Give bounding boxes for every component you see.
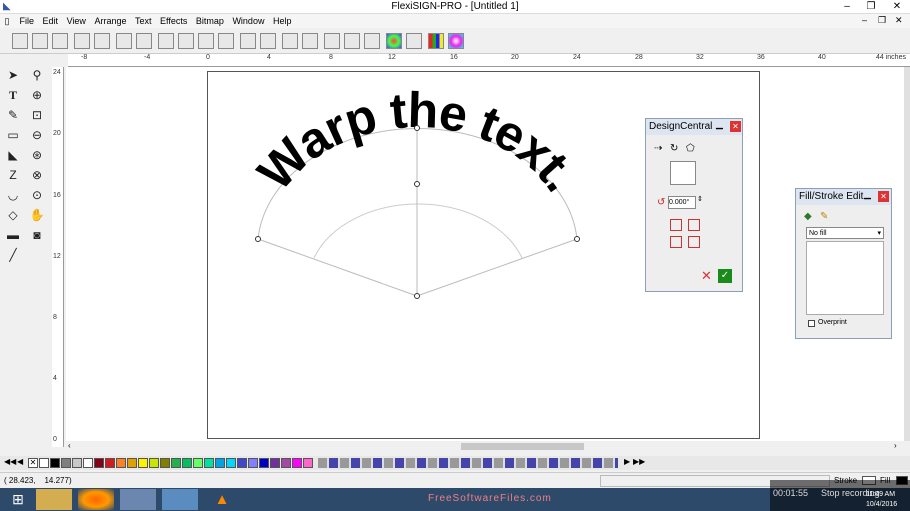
color-swatch[interactable] xyxy=(72,458,82,468)
color-swatch[interactable] xyxy=(149,458,159,468)
warp-preset-icon[interactable] xyxy=(670,161,696,185)
color-swatch[interactable] xyxy=(127,458,137,468)
taskbar: ⊞ ▲ FreeSoftwareFiles.com 00:01:55 Stop … xyxy=(0,480,910,511)
align-icon-2[interactable] xyxy=(688,219,700,231)
pen-icon[interactable]: ✎ xyxy=(820,211,828,222)
color-swatch[interactable] xyxy=(50,458,60,468)
fill-select-value: No fill xyxy=(809,230,827,237)
color-swatch[interactable] xyxy=(94,458,104,468)
fill-bucket-icon[interactable]: ◆ xyxy=(804,211,812,222)
cancel-icon[interactable]: ✕ xyxy=(701,269,712,283)
taskbar-firefox-icon[interactable] xyxy=(78,489,114,510)
color-swatch[interactable] xyxy=(292,458,302,468)
fill-stroke-title: Fill/Stroke Edit xyxy=(799,191,864,202)
color-swatch[interactable] xyxy=(171,458,181,468)
apply-icon[interactable]: ✓ xyxy=(718,269,732,283)
design-central-panel: DesignCentral ▁ ✕ ⇢ ↻ ⬠ ↺ ⇕ ✕ ✓ xyxy=(645,118,743,292)
color-swatch[interactable] xyxy=(248,458,258,468)
angle-stepper[interactable]: ⇕ xyxy=(697,195,703,203)
taskbar-app-icon[interactable] xyxy=(162,489,198,510)
pattern-swatches[interactable] xyxy=(318,458,618,468)
align-icon-4[interactable] xyxy=(688,236,700,248)
clock-date: 10/4/2016 xyxy=(866,501,898,508)
start-button[interactable]: ⊞ xyxy=(0,489,36,510)
color-swatch[interactable] xyxy=(193,458,203,468)
color-swatch[interactable] xyxy=(116,458,126,468)
panel-close-button[interactable]: ✕ xyxy=(730,121,741,132)
align-icon-1[interactable] xyxy=(670,219,682,231)
color-swatch[interactable] xyxy=(259,458,269,468)
tab-move-icon[interactable]: ⇢ xyxy=(654,143,662,154)
color-swatch[interactable] xyxy=(281,458,291,468)
panel-close-button[interactable]: ✕ xyxy=(878,191,889,202)
palette-last-icon[interactable]: ▶▶ xyxy=(633,457,645,466)
recording-time: 00:01:55 xyxy=(773,488,809,498)
tab-rotate-icon[interactable]: ↻ xyxy=(670,143,678,154)
palette-first-icon[interactable]: ◀◀ xyxy=(4,457,16,466)
panel-minimize-button[interactable]: ▁ xyxy=(714,120,725,131)
color-swatch[interactable] xyxy=(270,458,280,468)
clock-time: 11:49 AM xyxy=(866,491,896,498)
tab-warp-icon[interactable]: ⬠ xyxy=(686,143,695,154)
taskbar-flexisign-icon[interactable] xyxy=(120,489,156,510)
scroll-right-icon[interactable]: › xyxy=(894,441,897,450)
watermark-text: FreeSoftwareFiles.com xyxy=(428,493,552,504)
palette-next-icon[interactable]: ▶ xyxy=(624,457,630,466)
coordinates-readout: ( 28.423, 14.277) xyxy=(4,476,72,485)
color-palette: ◀◀ ◀ ✕ ▶ ▶▶ xyxy=(0,456,910,470)
overprint-label: Overprint xyxy=(818,319,847,326)
color-swatch[interactable] xyxy=(61,458,71,468)
color-swatch[interactable] xyxy=(160,458,170,468)
scroll-thumb[interactable] xyxy=(461,443,584,450)
scroll-left-icon[interactable]: ‹ xyxy=(68,441,71,450)
color-swatch[interactable] xyxy=(237,458,247,468)
color-swatch[interactable] xyxy=(182,458,192,468)
chevron-down-icon: ▾ xyxy=(877,230,881,237)
color-swatch[interactable] xyxy=(215,458,225,468)
taskbar-explorer-icon[interactable] xyxy=(36,489,72,510)
color-swatch[interactable] xyxy=(226,458,236,468)
overprint-checkbox[interactable] xyxy=(808,320,815,327)
vertical-scrollbar[interactable] xyxy=(904,67,910,441)
color-swatch[interactable] xyxy=(105,458,115,468)
horizontal-scrollbar[interactable]: ‹ › xyxy=(66,441,904,452)
design-central-title: DesignCentral xyxy=(649,121,713,132)
fill-stroke-panel: Fill/Stroke Edit ▁ ✕ ◆ ✎ No fill ▾ Overp… xyxy=(795,188,892,339)
angle-input[interactable] xyxy=(668,196,696,209)
fill-select[interactable]: No fill ▾ xyxy=(806,227,884,239)
no-color-swatch[interactable]: ✕ xyxy=(28,458,38,468)
color-swatch[interactable] xyxy=(303,458,313,468)
angle-icon: ↺ xyxy=(657,197,666,208)
warp-graphic[interactable]: Warp the text. xyxy=(0,0,910,511)
color-swatch[interactable] xyxy=(39,458,49,468)
color-swatch[interactable] xyxy=(83,458,93,468)
fill-preview xyxy=(806,241,884,315)
align-icon-3[interactable] xyxy=(670,236,682,248)
panel-minimize-button[interactable]: ▁ xyxy=(862,190,873,201)
taskbar-vlc-icon[interactable]: ▲ xyxy=(204,489,240,510)
color-swatch[interactable] xyxy=(138,458,148,468)
palette-prev-icon[interactable]: ◀ xyxy=(17,457,23,466)
color-swatch[interactable] xyxy=(204,458,214,468)
